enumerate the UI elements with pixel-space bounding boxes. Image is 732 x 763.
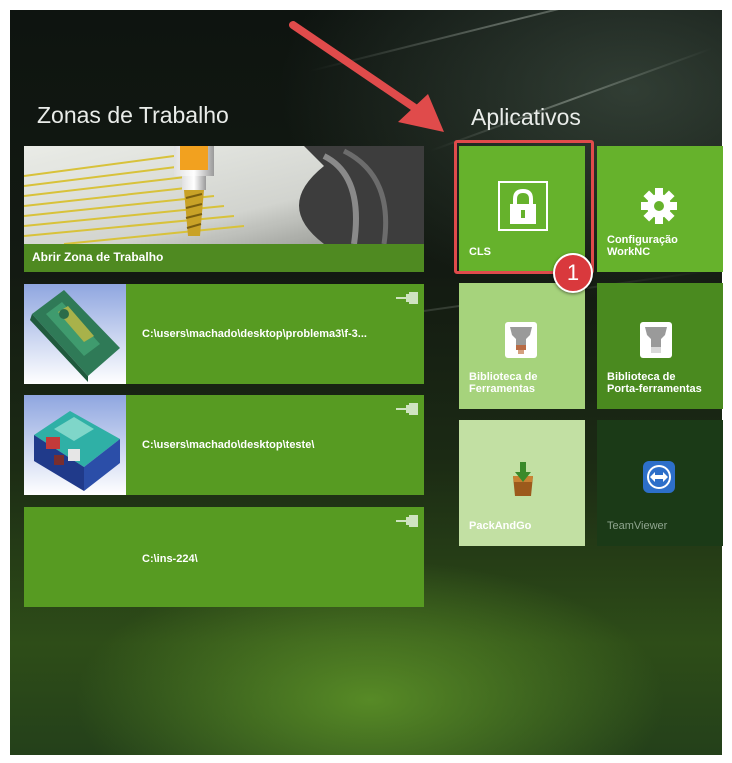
app-tile-configuracao[interactable]: Configuração WorkNC xyxy=(597,146,723,272)
recent-workspace-tile[interactable]: C:\users\machado\desktop\teste\ xyxy=(24,395,424,495)
tool-holder-icon xyxy=(640,322,672,358)
app-tile-packandgo[interactable]: PackAndGo xyxy=(459,420,585,546)
app-tile-biblioteca-porta-ferramentas[interactable]: Biblioteca de Porta-ferramentas xyxy=(597,283,723,409)
workspace-thumbnail xyxy=(24,284,126,384)
package-download-icon xyxy=(513,462,533,496)
teamviewer-icon xyxy=(643,461,675,493)
app-label: Biblioteca de Ferramentas xyxy=(469,371,538,395)
machining-image xyxy=(24,146,424,244)
workspace-thumbnail xyxy=(24,395,126,495)
app-tile-teamviewer[interactable]: TeamViewer xyxy=(597,420,723,546)
step-badge: 1 xyxy=(553,253,593,293)
workspace-path: C:\users\machado\desktop\problema3\f-3..… xyxy=(142,328,367,340)
pin-icon[interactable] xyxy=(396,292,418,304)
workspaces-title: Zonas de Trabalho xyxy=(37,102,229,128)
app-tile-biblioteca-ferramentas[interactable]: Biblioteca de Ferramentas xyxy=(459,283,585,409)
tool-holder-icon xyxy=(505,322,537,358)
recent-workspace-tile[interactable]: C:\users\machado\desktop\problema3\f-3..… xyxy=(24,284,424,384)
apps-title: Aplicativos xyxy=(471,104,581,130)
app-label: Configuração WorkNC xyxy=(607,234,678,258)
app-label: Biblioteca de Porta-ferramentas xyxy=(607,371,702,395)
workspace-path: C:\users\machado\desktop\teste\ xyxy=(142,439,315,451)
app-label: PackAndGo xyxy=(469,520,532,532)
open-workspace-label: Abrir Zona de Trabalho xyxy=(32,250,164,264)
open-workspace-tile[interactable]: Abrir Zona de Trabalho xyxy=(24,146,424,272)
pin-icon[interactable] xyxy=(396,403,418,415)
background-streak xyxy=(309,10,718,72)
pin-icon[interactable] xyxy=(396,515,418,527)
workspace-path: C:\ins-224\ xyxy=(142,553,198,565)
gear-icon xyxy=(641,188,677,224)
app-label: TeamViewer xyxy=(607,520,668,532)
recent-workspace-tile[interactable]: C:\ins-224\ xyxy=(24,507,424,607)
background-streak xyxy=(429,47,713,152)
